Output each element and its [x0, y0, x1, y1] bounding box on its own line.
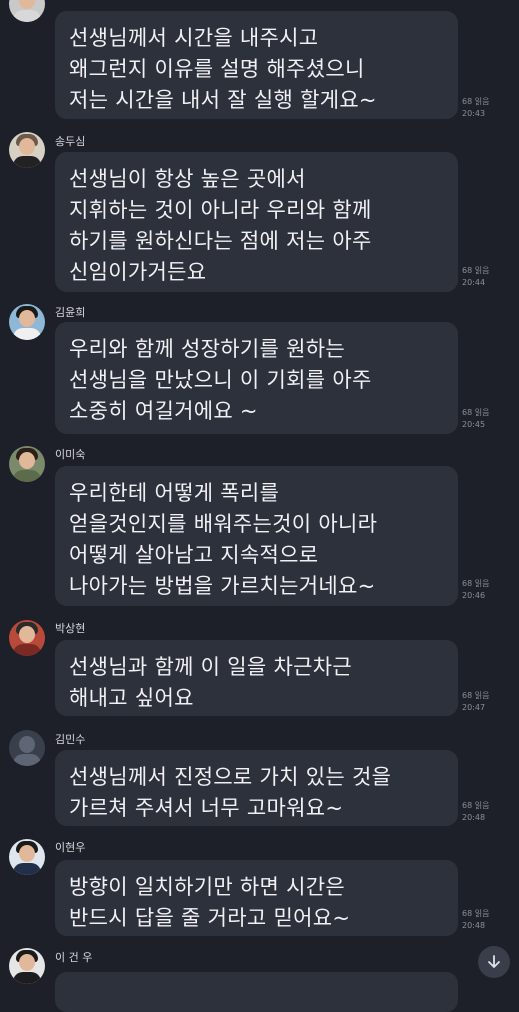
message-time: 20:45 — [462, 420, 486, 429]
scroll-to-bottom-button[interactable] — [478, 946, 510, 978]
chat-list[interactable]: 선생님께서 시간을 내주시고 왜그런지 이유를 설명 해주셨으니 저는 시간을 … — [0, 0, 519, 1012]
read-count: 68 읽음 — [462, 266, 490, 275]
read-count: 68 읽음 — [462, 97, 490, 106]
avatar[interactable] — [9, 948, 45, 984]
avatar[interactable] — [9, 730, 45, 766]
sender-name: 박상현 — [55, 622, 86, 635]
message-time: 20:47 — [462, 703, 486, 712]
message-time: 20:46 — [462, 591, 486, 600]
message-meta: 68 읽음 20:48 — [462, 800, 489, 824]
message-bubble: 선생님께서 시간을 내주시고 왜그런지 이유를 설명 해주셨으니 저는 시간을 … — [55, 11, 458, 119]
message-meta: 68 읽음 20:46 — [462, 578, 489, 602]
sender-name: 송두심 — [55, 135, 86, 148]
message-meta: 68 읽음 20:44 — [462, 265, 489, 289]
message-time: 20:48 — [462, 921, 486, 930]
avatar[interactable] — [9, 0, 45, 22]
message-bubble: 우리한테 어떻게 폭리를 얻을것인지를 배워주는것이 아니라 어떻게 살아남고 … — [55, 466, 458, 606]
message-meta: 68 읽음 20:48 — [462, 908, 489, 932]
sender-name: 이 건 우 — [55, 951, 93, 964]
message-bubble: 선생님이 항상 높은 곳에서 지휘하는 것이 아니라 우리와 함께 하기를 원하… — [55, 152, 458, 292]
message-meta: 68 읽음 20:43 — [462, 96, 489, 120]
message-time: 20:44 — [462, 278, 486, 287]
arrow-down-icon — [488, 955, 500, 968]
message-bubble: 선생님께서 진정으로 가치 있는 것을 가르쳐 주셔서 너무 고마워요~ — [55, 750, 458, 826]
sender-name: 이현우 — [55, 841, 86, 854]
avatar[interactable] — [9, 620, 45, 656]
avatar[interactable] — [9, 132, 45, 168]
avatar[interactable] — [9, 304, 45, 340]
sender-name: 이미숙 — [55, 448, 86, 461]
avatar[interactable] — [9, 839, 45, 875]
message-bubble: 방향이 일치하기만 하면 시간은 반드시 답을 줄 거라고 믿어요~ — [55, 860, 458, 936]
read-count: 68 읽음 — [462, 408, 490, 417]
message-meta: 68 읽음 20:45 — [462, 407, 489, 431]
message-meta: 68 읽음 20:47 — [462, 690, 489, 714]
read-count: 68 읽음 — [462, 909, 490, 918]
sender-name: 김윤희 — [55, 306, 86, 319]
read-count: 68 읽음 — [462, 579, 490, 588]
message-time: 20:43 — [462, 109, 486, 118]
read-count: 68 읽음 — [462, 691, 490, 700]
message-bubble — [55, 972, 458, 1012]
read-count: 68 읽음 — [462, 801, 490, 810]
message-bubble: 선생님과 함께 이 일을 차근차근 해내고 싶어요 — [55, 640, 458, 716]
message-bubble: 우리와 함께 성장하기를 원하는 선생님을 만났으니 이 기회를 아주 소중히 … — [55, 322, 458, 434]
message-time: 20:48 — [462, 813, 486, 822]
avatar[interactable] — [9, 446, 45, 482]
sender-name: 김민수 — [55, 733, 86, 746]
